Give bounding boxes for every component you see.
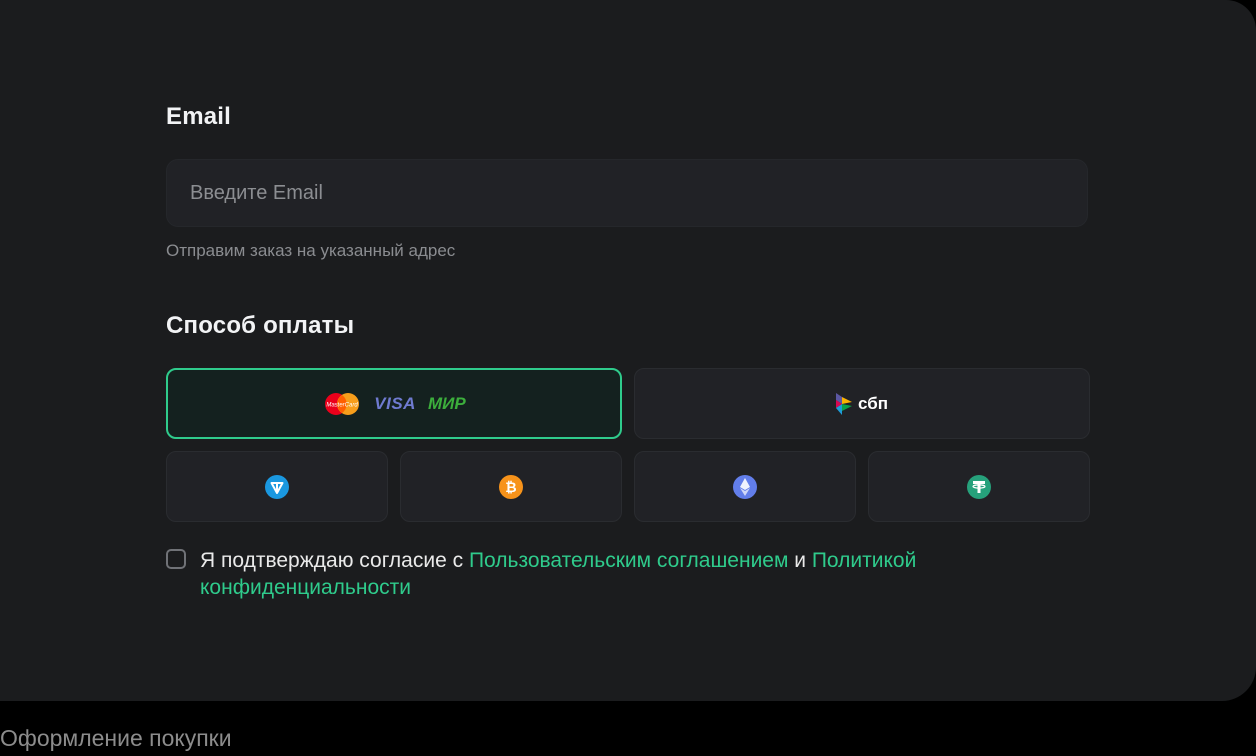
payment-option-sbp[interactable]: сбп xyxy=(634,368,1090,439)
email-field[interactable] xyxy=(190,181,1087,205)
consent-checkbox[interactable] xyxy=(166,549,186,569)
sbp-label: сбп xyxy=(858,393,888,413)
mastercard-text: MasterCard xyxy=(327,402,359,408)
ton-icon xyxy=(265,474,289,499)
sbp-logo-icon xyxy=(836,392,852,415)
visa-logo: VISA xyxy=(374,393,416,413)
user-agreement-link[interactable]: Пользовательским соглашением xyxy=(469,549,788,572)
payment-option-ethereum[interactable] xyxy=(634,451,856,522)
email-label: Email xyxy=(166,103,232,130)
mir-logo: МИР xyxy=(427,393,466,413)
mastercard-icon: MasterCard xyxy=(325,392,360,415)
consent-text-before: Я подтверждаю согласие с xyxy=(200,549,469,572)
consent-text: Я подтверждаю согласие с Пользовательски… xyxy=(200,547,1090,601)
checkout-panel: Email Отправим заказ на указанный адрес … xyxy=(0,0,1256,701)
consent-row: Я подтверждаю согласие с Пользовательски… xyxy=(166,547,1090,601)
consent-text-and: и xyxy=(788,549,812,572)
email-field-wrapper[interactable] xyxy=(166,159,1088,227)
payment-method-label: Способ оплаты xyxy=(166,312,355,339)
payment-option-cards[interactable]: MasterCard VISA МИР xyxy=(166,368,622,439)
email-hint: Отправим заказ на указанный адрес xyxy=(166,241,456,260)
payment-option-bitcoin[interactable]: ₿ xyxy=(400,451,622,522)
payment-option-tether[interactable] xyxy=(868,451,1090,522)
tether-icon xyxy=(967,474,991,499)
svg-text:₿: ₿ xyxy=(505,479,516,495)
payment-option-ton[interactable] xyxy=(166,451,388,522)
page-caption: Оформление покупки xyxy=(0,725,232,751)
ethereum-icon xyxy=(733,474,757,499)
card-brands: MasterCard VISA МИР xyxy=(322,391,466,417)
sbp-brand: сбп xyxy=(836,392,888,415)
bitcoin-icon: ₿ xyxy=(499,474,523,499)
